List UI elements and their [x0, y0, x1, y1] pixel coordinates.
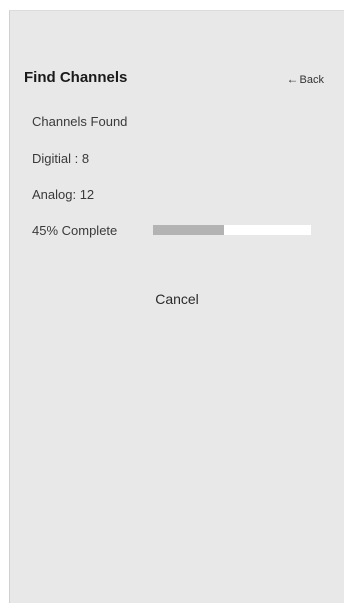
left-arrow-icon: ← — [286, 72, 299, 86]
page-title: Find Channels — [24, 69, 128, 86]
digital-count: Digitial : 8 — [32, 151, 90, 166]
progress-bar-fill — [153, 225, 225, 235]
channels-found-heading: Channels Found — [32, 114, 128, 129]
analog-count: Analog: 12 — [32, 187, 95, 202]
header: Find Channels ←Back — [24, 69, 324, 91]
progress-bar — [153, 225, 311, 235]
cancel-button-container: Cancel — [10, 291, 344, 307]
progress-label: 45% Complete — [32, 223, 118, 238]
back-label: Back — [299, 74, 324, 86]
channel-scan-screen: Find Channels ←Back Channels Found Digit… — [9, 10, 344, 603]
cancel-button[interactable]: Cancel — [149, 289, 205, 309]
back-button[interactable]: ←Back — [287, 72, 324, 86]
